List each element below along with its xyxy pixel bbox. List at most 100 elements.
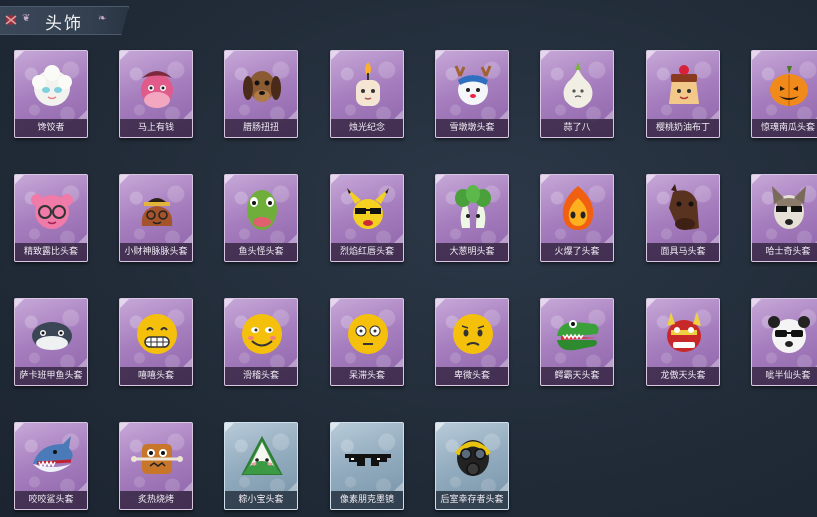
dumpling-icon	[32, 65, 72, 106]
fire-spirit-icon	[562, 186, 594, 230]
card-corner	[120, 175, 129, 184]
card-corner	[225, 423, 234, 432]
headwear-card[interactable]: 蒜了八	[540, 50, 614, 138]
headwear-name: 蒜了八	[541, 119, 613, 137]
headwear-card[interactable]: 烈焰红唇头套	[330, 174, 404, 262]
card-corner	[15, 175, 24, 184]
headwear-card[interactable]: 精致露比头套	[14, 174, 88, 262]
headwear-card[interactable]: 鳄霸天头套	[540, 298, 614, 386]
card-corner	[647, 175, 656, 184]
card-corner	[288, 358, 297, 367]
card-corner	[541, 51, 550, 60]
yellow-mouse-sunglasses-icon	[347, 188, 389, 229]
headwear-name: 咬咬鲨头套	[15, 491, 87, 509]
headwear-name: 小财神脉脉头套	[120, 243, 192, 261]
headwear-name: 呲半仙头套	[752, 367, 817, 385]
fish-head-icon	[247, 190, 277, 230]
horse-mask-icon	[669, 184, 699, 230]
pink-horse-icon	[141, 71, 173, 108]
candle-head-icon	[356, 62, 380, 106]
headwear-card[interactable]: 嘻嘻头套	[119, 298, 193, 386]
headwear-card[interactable]: 萨卡班甲鱼头套	[14, 298, 88, 386]
card-corner	[499, 234, 508, 243]
headwear-card[interactable]: 烛光纪念	[330, 50, 404, 138]
flourish-left-icon: ❦	[22, 13, 31, 24]
headwear-card[interactable]: 滑稽头套	[224, 298, 298, 386]
section-title: 头饰	[45, 14, 83, 34]
pudding-icon	[669, 65, 699, 104]
card-corner	[331, 299, 340, 308]
card-corner	[436, 175, 445, 184]
card-corner	[225, 51, 234, 60]
headwear-name: 卑微头套	[436, 367, 508, 385]
card-corner	[752, 51, 761, 60]
headwear-name: 粽小宝头套	[225, 491, 297, 509]
card-corner	[752, 299, 761, 308]
card-corner	[604, 358, 613, 367]
headwear-name: 萨卡班甲鱼头套	[15, 367, 87, 385]
headwear-name: 像素朋克墨镜	[331, 491, 403, 509]
card-corner	[710, 110, 719, 119]
card-corner	[499, 358, 508, 367]
card-corner	[78, 482, 87, 491]
headwear-name: 樱桃奶油布丁	[647, 119, 719, 137]
headwear-card[interactable]: 马上有钱	[119, 50, 193, 138]
headwear-card[interactable]: 呆滞头套	[330, 298, 404, 386]
card-corner	[120, 423, 129, 432]
card-corner	[183, 358, 192, 367]
headwear-card[interactable]: 像素朋克墨镜	[330, 422, 404, 510]
headwear-card[interactable]: 面具马头套	[646, 174, 720, 262]
pixel-sunglasses-icon	[345, 454, 391, 466]
header-emblem-icon	[5, 15, 17, 25]
headwear-card[interactable]: 哈士奇头套	[751, 174, 817, 262]
headwear-card[interactable]: 馋饺者	[14, 50, 88, 138]
headwear-card[interactable]: 粽小宝头套	[224, 422, 298, 510]
headwear-card[interactable]: 大葱明头套	[435, 174, 509, 262]
headwear-name: 惊魂南瓜头套	[752, 119, 817, 137]
headwear-card[interactable]: 小财神脉脉头套	[119, 174, 193, 262]
card-corner	[394, 482, 403, 491]
card-corner	[288, 482, 297, 491]
card-corner	[604, 234, 613, 243]
card-corner	[394, 234, 403, 243]
headwear-card[interactable]: 火爆了头套	[540, 174, 614, 262]
card-corner	[120, 51, 129, 60]
card-corner	[436, 51, 445, 60]
card-corner	[225, 175, 234, 184]
headwear-card[interactable]: 鱼头怪头套	[224, 174, 298, 262]
card-corner	[120, 299, 129, 308]
card-corner	[710, 358, 719, 367]
headwear-card[interactable]: 腊肠扭扭	[224, 50, 298, 138]
card-corner	[604, 110, 613, 119]
grin-emoji-icon	[137, 314, 177, 354]
headwear-card[interactable]: 咬咬鲨头套	[14, 422, 88, 510]
card-corner	[288, 234, 297, 243]
card-corner	[78, 358, 87, 367]
money-bag-icon	[141, 198, 173, 226]
card-corner	[183, 482, 192, 491]
headwear-card[interactable]: 后室幸存者头套	[435, 422, 509, 510]
gas-mask-icon	[455, 440, 491, 476]
headwear-card[interactable]: 雪墩墩头套	[435, 50, 509, 138]
bok-choy-icon	[455, 185, 491, 228]
rice-dumpling-icon	[241, 435, 283, 475]
headwear-card[interactable]: 樱桃奶油布丁	[646, 50, 720, 138]
headwear-card[interactable]: 炙热烧烤	[119, 422, 193, 510]
headwear-card[interactable]: 呲半仙头套	[751, 298, 817, 386]
headwear-card[interactable]: 惊魂南瓜头套	[751, 50, 817, 138]
headwear-name: 鳄霸天头套	[541, 367, 613, 385]
section-header: ❦ 头饰 ❧	[0, 6, 129, 35]
card-corner	[331, 423, 340, 432]
snow-deer-icon	[454, 65, 492, 105]
panda-sunglasses-icon	[768, 316, 810, 353]
headwear-card[interactable]: 龙傲天头套	[646, 298, 720, 386]
card-corner	[647, 51, 656, 60]
headwear-name: 雪墩墩头套	[436, 119, 508, 137]
card-corner	[394, 358, 403, 367]
card-corner	[225, 299, 234, 308]
headwear-name: 精致露比头套	[15, 243, 87, 261]
headwear-name: 马上有钱	[120, 119, 192, 137]
card-corner	[183, 234, 192, 243]
headwear-name: 面具马头套	[647, 243, 719, 261]
headwear-card[interactable]: 卑微头套	[435, 298, 509, 386]
